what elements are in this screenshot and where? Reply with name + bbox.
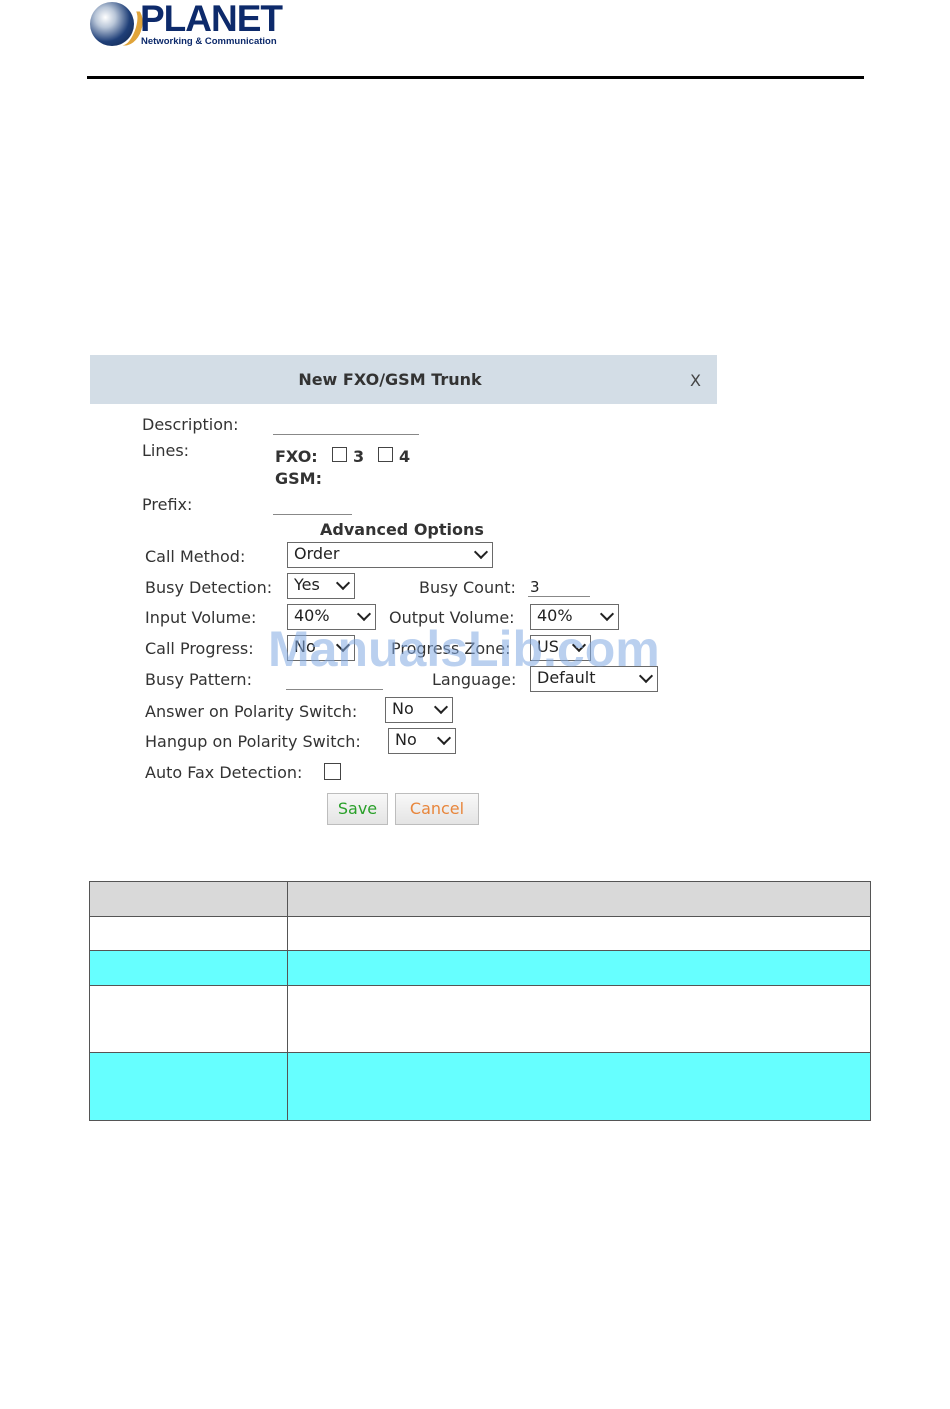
chevron-down-icon bbox=[356, 606, 372, 622]
chevron-down-icon bbox=[473, 544, 489, 560]
chevron-down-icon bbox=[433, 699, 449, 715]
busy-detection-label: Busy Detection: bbox=[145, 578, 273, 597]
table-cell bbox=[89, 985, 288, 1053]
description-label: Description: bbox=[142, 415, 239, 434]
table-cell bbox=[287, 916, 871, 951]
table-cell bbox=[287, 881, 871, 917]
table-cell bbox=[89, 1052, 288, 1121]
cancel-button[interactable]: Cancel bbox=[395, 793, 479, 825]
busy-pattern-label: Busy Pattern: bbox=[145, 670, 252, 689]
busy-detection-value: Yes bbox=[294, 575, 320, 594]
call-method-value: Order bbox=[294, 544, 340, 563]
auto-fax-checkbox[interactable] bbox=[324, 763, 341, 780]
dialog-title: New FXO/GSM Trunk bbox=[298, 370, 482, 389]
table-cell bbox=[89, 881, 288, 917]
parameter-table bbox=[89, 881, 871, 1121]
table-row bbox=[89, 1052, 871, 1121]
call-progress-label: Call Progress: bbox=[145, 639, 254, 658]
call-method-select[interactable]: Order bbox=[287, 542, 493, 568]
busy-detection-select[interactable]: Yes bbox=[287, 573, 355, 599]
close-icon[interactable]: X bbox=[690, 371, 701, 390]
answer-polarity-select[interactable]: No bbox=[385, 697, 453, 723]
table-cell bbox=[89, 916, 288, 951]
brand-tagline: Networking & Communication bbox=[141, 36, 277, 47]
hangup-polarity-select[interactable]: No bbox=[388, 728, 456, 754]
input-volume-label: Input Volume: bbox=[145, 608, 257, 627]
hangup-polarity-label: Hangup on Polarity Switch: bbox=[145, 732, 361, 751]
table-row bbox=[89, 916, 871, 951]
answer-polarity-value: No bbox=[392, 699, 414, 718]
auto-fax-label: Auto Fax Detection: bbox=[145, 763, 303, 782]
fxo-port-3-label: 3 bbox=[353, 447, 365, 466]
brand-name: PLANET bbox=[140, 0, 283, 39]
chevron-down-icon bbox=[599, 606, 615, 622]
save-button[interactable]: Save bbox=[327, 793, 388, 825]
fxo-label: FXO: bbox=[275, 447, 318, 466]
table-row bbox=[89, 985, 871, 1053]
table-cell bbox=[89, 950, 288, 986]
hangup-polarity-value: No bbox=[395, 730, 417, 749]
table-row bbox=[89, 950, 871, 986]
prefix-input[interactable] bbox=[273, 496, 352, 515]
lines-label: Lines: bbox=[142, 441, 190, 460]
fxo-port-4-label: 4 bbox=[399, 447, 411, 466]
description-input[interactable] bbox=[273, 416, 419, 435]
table-cell bbox=[287, 950, 871, 986]
prefix-label: Prefix: bbox=[142, 495, 193, 514]
gsm-label: GSM: bbox=[275, 469, 322, 488]
fxo-port-3-checkbox[interactable] bbox=[332, 447, 347, 462]
table-cell bbox=[287, 1052, 871, 1121]
table-cell bbox=[287, 985, 871, 1053]
chevron-down-icon bbox=[335, 575, 351, 591]
table-header-row bbox=[89, 881, 871, 917]
advanced-options-heading: Advanced Options bbox=[320, 520, 484, 539]
watermark: ManualsLib.com bbox=[268, 621, 660, 677]
busy-count-input[interactable] bbox=[528, 578, 590, 597]
answer-polarity-label: Answer on Polarity Switch: bbox=[145, 702, 358, 721]
header-divider bbox=[87, 76, 864, 79]
call-method-label: Call Method: bbox=[145, 547, 246, 566]
busy-count-label: Busy Count: bbox=[419, 578, 516, 597]
chevron-down-icon bbox=[436, 730, 452, 746]
fxo-port-4-checkbox[interactable] bbox=[378, 447, 393, 462]
